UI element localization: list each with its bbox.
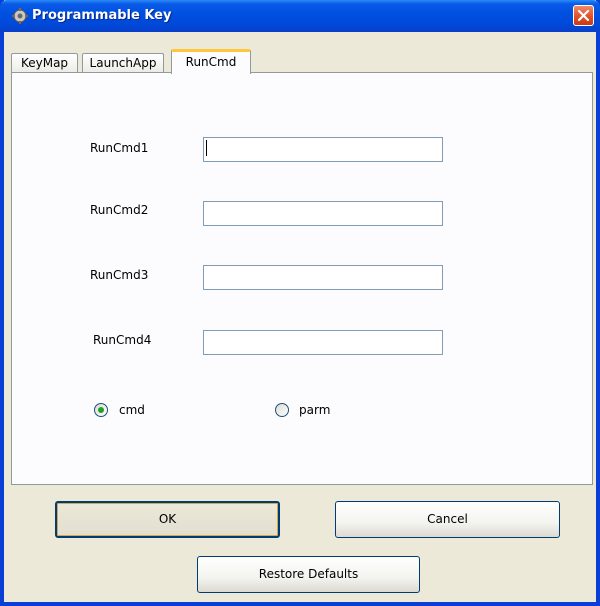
app-gear-icon — [12, 8, 28, 24]
title-bar[interactable]: Programmable Key — [0, 0, 600, 32]
cancel-button[interactable]: Cancel — [335, 501, 560, 538]
runcmd4-input[interactable] — [203, 330, 443, 355]
cmd-radio-label[interactable]: cmd — [119, 403, 145, 417]
parm-radio-label[interactable]: parm — [299, 403, 330, 417]
tab-launchapp[interactable]: LaunchApp — [82, 53, 164, 73]
window-title: Programmable Key — [32, 8, 172, 23]
ok-button[interactable]: OK — [55, 501, 280, 538]
runcmd2-label: RunCmd2 — [90, 203, 149, 217]
runcmd3-input[interactable] — [203, 265, 443, 290]
tab-runcmd[interactable]: RunCmd — [171, 49, 251, 74]
tab-keymap[interactable]: KeyMap — [11, 53, 78, 73]
runcmd4-label: RunCmd4 — [93, 333, 152, 347]
runcmd3-label: RunCmd3 — [90, 268, 149, 282]
close-button[interactable] — [573, 5, 594, 26]
runcmd2-input[interactable] — [203, 201, 443, 226]
runcmd1-input[interactable] — [203, 137, 443, 162]
radio-selected-dot — [98, 407, 104, 413]
restore-defaults-button[interactable]: Restore Defaults — [197, 556, 420, 593]
runcmd1-label: RunCmd1 — [90, 141, 149, 155]
cmd-radio[interactable] — [94, 403, 108, 417]
text-caret — [206, 140, 207, 156]
parm-radio[interactable] — [275, 403, 289, 417]
